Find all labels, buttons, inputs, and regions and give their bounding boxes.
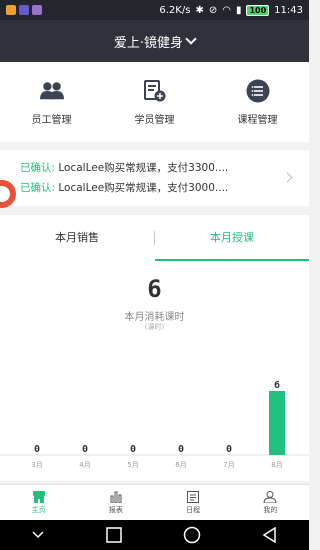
notice-item: 已确认: LocalLee购买常规课，支付3300.... <box>20 158 289 178</box>
nav-profile[interactable]: 我的 <box>232 485 309 520</box>
course-icon <box>246 79 270 103</box>
notice-text: LocalLee购买常规课，支付3000.... <box>55 182 229 194</box>
bar-chart: 0 3月 0 4月 0 5月 0 6月 0 7月 6 8月 <box>0 380 309 469</box>
bar-value-label: 0 <box>82 444 88 455</box>
status-bar: 6.2K/s ✱ ⊘ ◠ ▮ 100 11:43 <box>0 0 309 20</box>
student-icon <box>143 79 167 103</box>
page-title: 爱上·镜健身 <box>113 35 184 51</box>
chart-panel: 6 本月消耗课时 (课时) 0 3月 0 4月 0 5月 0 6月 0 7月 6 8月 <box>0 261 309 481</box>
system-nav-bar <box>0 520 309 550</box>
home-icon <box>32 490 45 503</box>
staff-management-button[interactable]: 员工管理 <box>0 62 103 142</box>
nav-label: 报表 <box>108 505 123 514</box>
nav-label: 我的 <box>263 505 278 514</box>
chart-bar <box>269 391 285 455</box>
quick-nav: 员工管理 学员管理 课程管理 <box>0 62 309 142</box>
wifi-icon: ◠ <box>222 4 231 16</box>
home-button-icon[interactable] <box>183 526 201 544</box>
report-icon <box>110 491 122 503</box>
back-icon[interactable] <box>262 527 278 543</box>
profile-icon <box>263 490 277 503</box>
sim-icon: ▮ <box>235 4 242 16</box>
summary-unit: (课时) <box>144 323 165 331</box>
bottom-nav: 主页 报表 日程 我的 <box>0 484 309 520</box>
nav-label: 日程 <box>186 505 201 514</box>
store-switcher[interactable]: 爱上·镜健身 <box>0 20 309 62</box>
student-management-button[interactable]: 学员管理 <box>103 62 206 142</box>
chevron-down-icon[interactable] <box>31 530 45 540</box>
notice-text: LocalLee购买常规课，支付3300.... <box>55 162 229 174</box>
mute-icon: ⊘ <box>208 4 218 16</box>
notice-item: 已确认: LocalLee购买常规课，支付3000.... <box>20 178 289 198</box>
bar-value-label: 0 <box>130 444 136 455</box>
x-tick-label: 8月 <box>271 461 282 469</box>
order-notice-panel[interactable]: 已确认: LocalLee购买常规课，支付3300.... 已确认: Local… <box>0 150 309 206</box>
bluetooth-icon: ✱ <box>195 4 204 16</box>
x-tick-label: 6月 <box>175 461 186 469</box>
tab-monthly-classes[interactable]: 本月授课 <box>155 215 309 261</box>
nav-schedule[interactable]: 日程 <box>155 485 232 520</box>
quick-item-label: 学员管理 <box>134 114 175 126</box>
quick-item-label: 课程管理 <box>237 114 278 126</box>
x-tick-label: 5月 <box>127 461 138 469</box>
recents-icon[interactable] <box>106 527 122 543</box>
x-tick-label: 3月 <box>31 461 42 469</box>
course-management-button[interactable]: 课程管理 <box>206 62 309 142</box>
bar-value-label: 0 <box>178 444 184 455</box>
x-tick-label: 4月 <box>79 461 90 469</box>
app-notification-icon <box>6 5 16 15</box>
staff-icon <box>39 79 64 103</box>
battery-icon: 100 <box>246 4 270 16</box>
quick-item-label: 员工管理 <box>31 114 72 126</box>
app-notification-icon <box>19 5 29 15</box>
chevron-down-icon <box>185 33 197 45</box>
notice-status: 已确认: <box>20 162 56 174</box>
bar-value-label: 0 <box>226 444 232 455</box>
x-tick-label: 7月 <box>223 461 234 469</box>
schedule-icon <box>187 490 200 503</box>
notice-status: 已确认: <box>20 182 56 194</box>
bar-value-label: 6 <box>274 380 280 391</box>
clock: 11:43 <box>274 4 303 16</box>
nav-home[interactable]: 主页 <box>0 485 77 520</box>
network-speed: 6.2K/s <box>159 4 191 16</box>
notification-icons <box>6 5 42 15</box>
tab-bar: 本月销售 本月授课 <box>0 215 309 261</box>
nav-label: 主页 <box>31 505 46 514</box>
app-notification-icon <box>32 5 42 15</box>
summary-value: 6 <box>147 275 162 303</box>
nav-report[interactable]: 报表 <box>77 485 154 520</box>
tab-monthly-sales[interactable]: 本月销售 <box>0 215 154 261</box>
bar-value-label: 0 <box>34 444 40 455</box>
summary-label: 本月消耗课时 <box>124 312 185 323</box>
